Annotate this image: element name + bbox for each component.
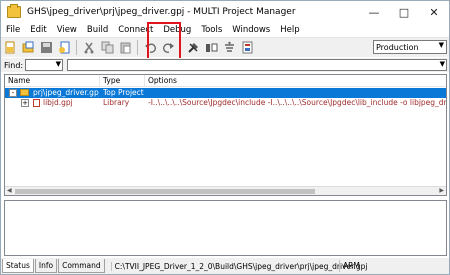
build-icon[interactable] <box>185 39 202 56</box>
find-scope-select[interactable]: ▼ <box>25 59 63 71</box>
clean-icon[interactable] <box>221 39 238 56</box>
redo-icon[interactable] <box>160 39 177 56</box>
paste-icon[interactable] <box>117 39 134 56</box>
cut-icon[interactable] <box>81 39 98 56</box>
menu-debug[interactable]: Debug <box>158 25 196 35</box>
toolbar-separator <box>137 40 138 55</box>
output-pane[interactable] <box>4 200 447 256</box>
tree-row-options <box>148 88 446 98</box>
menu-windows[interactable]: Windows <box>227 25 275 35</box>
status-bar: Status Info Command C:\TVII_JPEG_Driver_… <box>1 258 449 274</box>
tree-header: Name Type Options <box>5 75 446 87</box>
tree-row-options: -I..\..\..\..\Source\Jpgdec\include -I..… <box>148 98 446 107</box>
title-bar: GHS\jpeg_driver\prj\jpeg_driver.gpj - MU… <box>1 1 449 23</box>
debug-icon[interactable] <box>203 39 220 56</box>
build-profile-select[interactable]: Production ▼ <box>373 40 447 54</box>
main-window: GHS\jpeg_driver\prj\jpeg_driver.gpj - MU… <box>0 0 450 275</box>
tab-command[interactable]: Command <box>58 259 105 273</box>
minimize-button[interactable]: — <box>359 1 389 23</box>
build-profile-value: Production <box>376 42 419 52</box>
project-tree: Name Type Options - prj\jpeg_driver.gpj … <box>4 74 447 196</box>
menu-tools[interactable]: Tools <box>196 25 227 35</box>
find-bar: Find: ▼ ▼ <box>1 58 449 72</box>
close-button[interactable]: ✕ <box>419 1 449 23</box>
chevron-down-icon: ▼ <box>438 41 444 49</box>
menu-build[interactable]: Build <box>82 25 113 35</box>
scroll-left-icon[interactable]: ◀ <box>7 187 12 194</box>
tree-row-type: Top Project <box>103 88 144 97</box>
undo-icon[interactable] <box>142 39 159 56</box>
folder-app-icon <box>7 4 21 18</box>
collapse-icon[interactable]: - <box>9 89 17 97</box>
tree-row[interactable]: - prj\jpeg_driver.gpj Top Project <box>5 88 446 98</box>
window-title: GHS\jpeg_driver\prj\jpeg_driver.gpj - MU… <box>27 7 296 17</box>
column-header-type[interactable]: Type <box>100 75 145 87</box>
save-icon[interactable] <box>38 39 55 56</box>
chevron-down-icon: ▼ <box>439 60 445 68</box>
find-label: Find: <box>4 60 24 70</box>
maximize-button[interactable]: □ <box>389 1 419 23</box>
chevron-down-icon: ▼ <box>55 60 61 68</box>
tree-row-name: libjd.gpj <box>43 98 73 107</box>
project-folder-icon <box>20 89 29 96</box>
tree-row-type: Library <box>103 98 130 107</box>
horizontal-scrollbar[interactable]: ◀ ▶ <box>5 186 446 195</box>
scrollbar-thumb[interactable] <box>15 189 315 194</box>
find-input[interactable]: ▼ <box>67 59 447 71</box>
menu-bar: File Edit View Build Connect Debug Tools… <box>1 23 449 37</box>
tab-status[interactable]: Status <box>2 259 34 273</box>
menu-edit[interactable]: Edit <box>25 25 51 35</box>
gpj-file-icon <box>33 99 40 107</box>
menu-view[interactable]: View <box>52 25 82 35</box>
status-project-path: C:\TVII_JPEG_Driver_1_2_0\Build\GHS\jpeg… <box>110 261 368 271</box>
open-folder-icon[interactable] <box>20 39 37 56</box>
toolbar-separator <box>76 40 77 55</box>
menu-file[interactable]: File <box>1 25 25 35</box>
menu-help[interactable]: Help <box>275 25 304 35</box>
column-header-options[interactable]: Options <box>145 75 446 87</box>
copy-icon[interactable] <box>99 39 116 56</box>
settings-icon[interactable] <box>239 39 256 56</box>
status-architecture: ARM <box>339 260 360 272</box>
toolbar-separator <box>180 40 181 55</box>
scroll-right-icon[interactable]: ▶ <box>439 187 444 194</box>
column-header-name[interactable]: Name <box>5 75 100 87</box>
new-item-icon[interactable] <box>56 39 73 56</box>
expand-icon[interactable]: + <box>21 99 29 107</box>
tab-info[interactable]: Info <box>34 259 58 273</box>
tree-row-name: prj\jpeg_driver.gpj <box>33 88 99 97</box>
new-file-icon[interactable] <box>2 39 19 56</box>
menu-connect[interactable]: Connect <box>113 25 158 35</box>
tree-row[interactable]: + libjd.gpj Library -I..\..\..\..\Source… <box>5 98 446 108</box>
